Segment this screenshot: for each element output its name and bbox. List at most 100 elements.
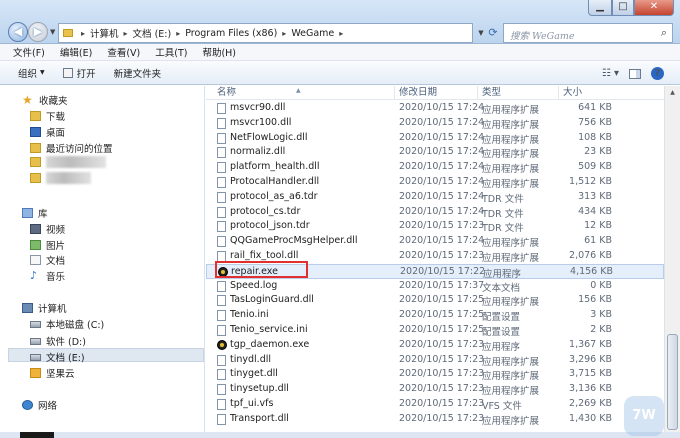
- table-row[interactable]: platform_health.dll 2020/10/15 17:24 应用程序扩…: [206, 160, 664, 175]
- maximize-button[interactable]: □: [612, 0, 634, 16]
- nav-computer[interactable]: 计算机: [22, 301, 67, 315]
- recent-pages-dropdown-icon[interactable]: ▼: [50, 28, 55, 36]
- open-button[interactable]: 打开: [62, 66, 96, 80]
- table-row[interactable]: tinydl.dll 2020/10/15 17:23 应用程序扩展 3,296 KB: [206, 353, 664, 368]
- nav-drive-e[interactable]: 文档 (E:): [30, 350, 85, 364]
- network-icon: [22, 400, 33, 410]
- details-pane: [0, 432, 680, 438]
- table-row[interactable]: tinysetup.dll 2020/10/15 17:23 应用程序扩展 3,136…: [206, 382, 664, 397]
- table-row[interactable]: protocol_json.tdr 2020/10/15 17:23 TDR 文件 1…: [206, 219, 664, 234]
- file-name: ProtocalHandler.dll: [230, 176, 320, 187]
- new-folder-button[interactable]: 新建文件夹: [114, 66, 162, 80]
- table-row[interactable]: Tenio.ini 2020/10/15 17:25 配置设置 3 KB: [206, 308, 664, 323]
- organize-button[interactable]: 组织 ▼: [18, 66, 45, 80]
- nav-videos[interactable]: 视频: [30, 222, 65, 236]
- close-button[interactable]: ✕: [634, 0, 674, 16]
- file-date: 2020/10/15 17:24: [399, 205, 485, 217]
- menu-help[interactable]: 帮助(H): [202, 45, 236, 59]
- file-size: 434 KB: [578, 205, 612, 217]
- nav-recent-places[interactable]: 最近访问的位置: [30, 141, 113, 155]
- nav-documents[interactable]: 文档: [30, 253, 65, 267]
- nav-favorites-label: 收藏夹: [39, 96, 68, 107]
- search-box[interactable]: 搜索 WeGame ⌕: [503, 23, 673, 43]
- file-size: 641 KB: [578, 102, 612, 113]
- nav-desktop-label: 桌面: [46, 128, 66, 139]
- breadcrumb-separator-icon[interactable]: ▸: [282, 29, 286, 38]
- file-date: 2020/10/15 17:23: [399, 412, 485, 424]
- nav-downloads[interactable]: 下载: [30, 109, 65, 123]
- nav-pictures-label: 图片: [46, 241, 66, 252]
- vertical-scrollbar[interactable]: ▲: [664, 86, 680, 438]
- table-row[interactable]: TasLoginGuard.dll 2020/10/15 17:25 应用程序扩展 1…: [206, 293, 664, 308]
- redacted-label: [46, 172, 91, 184]
- file-name: NetFlowLogic.dll: [230, 131, 308, 143]
- nav-drive-c[interactable]: 本地磁盘 (C:): [30, 317, 104, 331]
- breadcrumb-wegame[interactable]: WeGame: [291, 28, 334, 39]
- preview-pane-icon[interactable]: [629, 68, 641, 79]
- breadcrumb-drive-e[interactable]: 文档 (E:): [133, 26, 172, 40]
- table-row[interactable]: protocol_cs.tdr 2020/10/15 17:24 TDR 文件 434…: [206, 205, 664, 220]
- nav-network[interactable]: 网络: [22, 398, 57, 412]
- table-row[interactable]: Transport.dll 2020/10/15 17:23 应用程序扩展 1,430…: [206, 412, 664, 427]
- breadcrumb-separator-icon[interactable]: ▸: [176, 29, 180, 38]
- minimize-button[interactable]: ▁: [588, 0, 612, 16]
- nav-network-label: 网络: [38, 401, 58, 412]
- menu-edit[interactable]: 编辑(E): [60, 45, 92, 59]
- table-row[interactable]: ProtocalHandler.dll 2020/10/15 17:24 应用程序扩…: [206, 175, 664, 190]
- highlight-box: [215, 261, 308, 278]
- view-options-icon[interactable]: ☷ ▾: [602, 68, 619, 79]
- file-size: 61 KB: [584, 235, 612, 247]
- file-date: 2020/10/15 17:25: [399, 324, 485, 335]
- table-row[interactable]: Tenio_service.ini 2020/10/15 17:25 配置设置 2 K…: [206, 323, 664, 338]
- search-icon[interactable]: ⌕: [661, 26, 667, 40]
- file-date: 2020/10/15 17:23: [399, 250, 485, 261]
- file-size: 0 KB: [590, 279, 612, 291]
- menu-file[interactable]: 文件(F): [13, 45, 45, 59]
- menu-tools[interactable]: 工具(T): [155, 45, 187, 59]
- nav-music[interactable]: ♪ 音乐: [30, 269, 65, 283]
- nav-desktop[interactable]: 桌面: [30, 125, 65, 139]
- table-row[interactable]: protocol_as_a6.tdr 2020/10/15 17:24 TDR 文件…: [206, 190, 664, 205]
- column-size[interactable]: 大小: [558, 86, 582, 100]
- table-row[interactable]: Speed.log 2020/10/15 17:37 文本文档 0 KB: [206, 279, 664, 294]
- file-size: 756 KB: [578, 116, 612, 128]
- address-bar[interactable]: ▸ 计算机 ▸ 文档 (E:) ▸ Program Files (x86) ▸ …: [58, 23, 473, 43]
- table-row[interactable]: tinyget.dll 2020/10/15 17:23 应用程序扩展 3,715 K…: [206, 367, 664, 382]
- nav-pictures[interactable]: 图片: [30, 238, 65, 252]
- file-name: Tenio.ini: [230, 309, 269, 321]
- file-icon: [217, 399, 226, 410]
- nav-drive-d[interactable]: 软件 (D:): [30, 334, 86, 348]
- file-name: normaliz.dll: [230, 146, 286, 158]
- file-date: 2020/10/15 17:37: [399, 279, 485, 291]
- refresh-icon[interactable]: ⟳: [485, 23, 501, 43]
- nav-redacted-item[interactable]: [30, 172, 91, 184]
- table-row[interactable]: QQGameProcMsgHelper.dll 2020/10/15 17:24 应…: [206, 234, 664, 249]
- breadcrumb-computer[interactable]: 计算机: [90, 26, 119, 40]
- table-row[interactable]: msvcr100.dll 2020/10/15 17:24 应用程序扩展 756 KB: [206, 116, 664, 131]
- nav-favorites[interactable]: ★ 收藏夹: [22, 93, 68, 107]
- column-type[interactable]: 类型: [477, 86, 501, 100]
- column-date[interactable]: 修改日期: [394, 86, 437, 100]
- breadcrumb-program-files[interactable]: Program Files (x86): [185, 28, 277, 39]
- nav-redacted-item[interactable]: [30, 156, 106, 168]
- table-row[interactable]: msvcr90.dll 2020/10/15 17:24 应用程序扩展 641 KB: [206, 101, 664, 116]
- nav-cloud[interactable]: 坚果云: [30, 366, 75, 380]
- table-row[interactable]: tgp_daemon.exe 2020/10/15 17:23 应用程序 1,367 …: [206, 338, 664, 353]
- nav-libraries[interactable]: 库: [22, 206, 48, 220]
- search-input[interactable]: 搜索 WeGame: [510, 28, 575, 42]
- breadcrumb-separator-icon[interactable]: ▸: [339, 29, 343, 38]
- file-name: msvcr90.dll: [230, 102, 286, 113]
- table-row[interactable]: NetFlowLogic.dll 2020/10/15 17:24 应用程序扩展 10…: [206, 131, 664, 146]
- forward-button[interactable]: ▶: [28, 22, 48, 42]
- file-size: 12 KB: [584, 220, 612, 232]
- back-button[interactable]: ◀: [8, 22, 28, 42]
- help-icon[interactable]: ?: [651, 67, 664, 80]
- table-row[interactable]: tpf_ui.vfs 2020/10/15 17:23 VFS 文件 2,269 KB: [206, 397, 664, 412]
- table-row[interactable]: normaliz.dll 2020/10/15 17:24 应用程序扩展 23 KB: [206, 145, 664, 160]
- menu-view[interactable]: 查看(V): [107, 45, 140, 59]
- file-name: tinydl.dll: [230, 353, 272, 365]
- scroll-thumb[interactable]: [667, 334, 678, 430]
- column-name[interactable]: 名称: [213, 86, 236, 100]
- scroll-up-icon[interactable]: ▲: [665, 86, 680, 100]
- breadcrumb-separator-icon[interactable]: ▸: [124, 29, 128, 38]
